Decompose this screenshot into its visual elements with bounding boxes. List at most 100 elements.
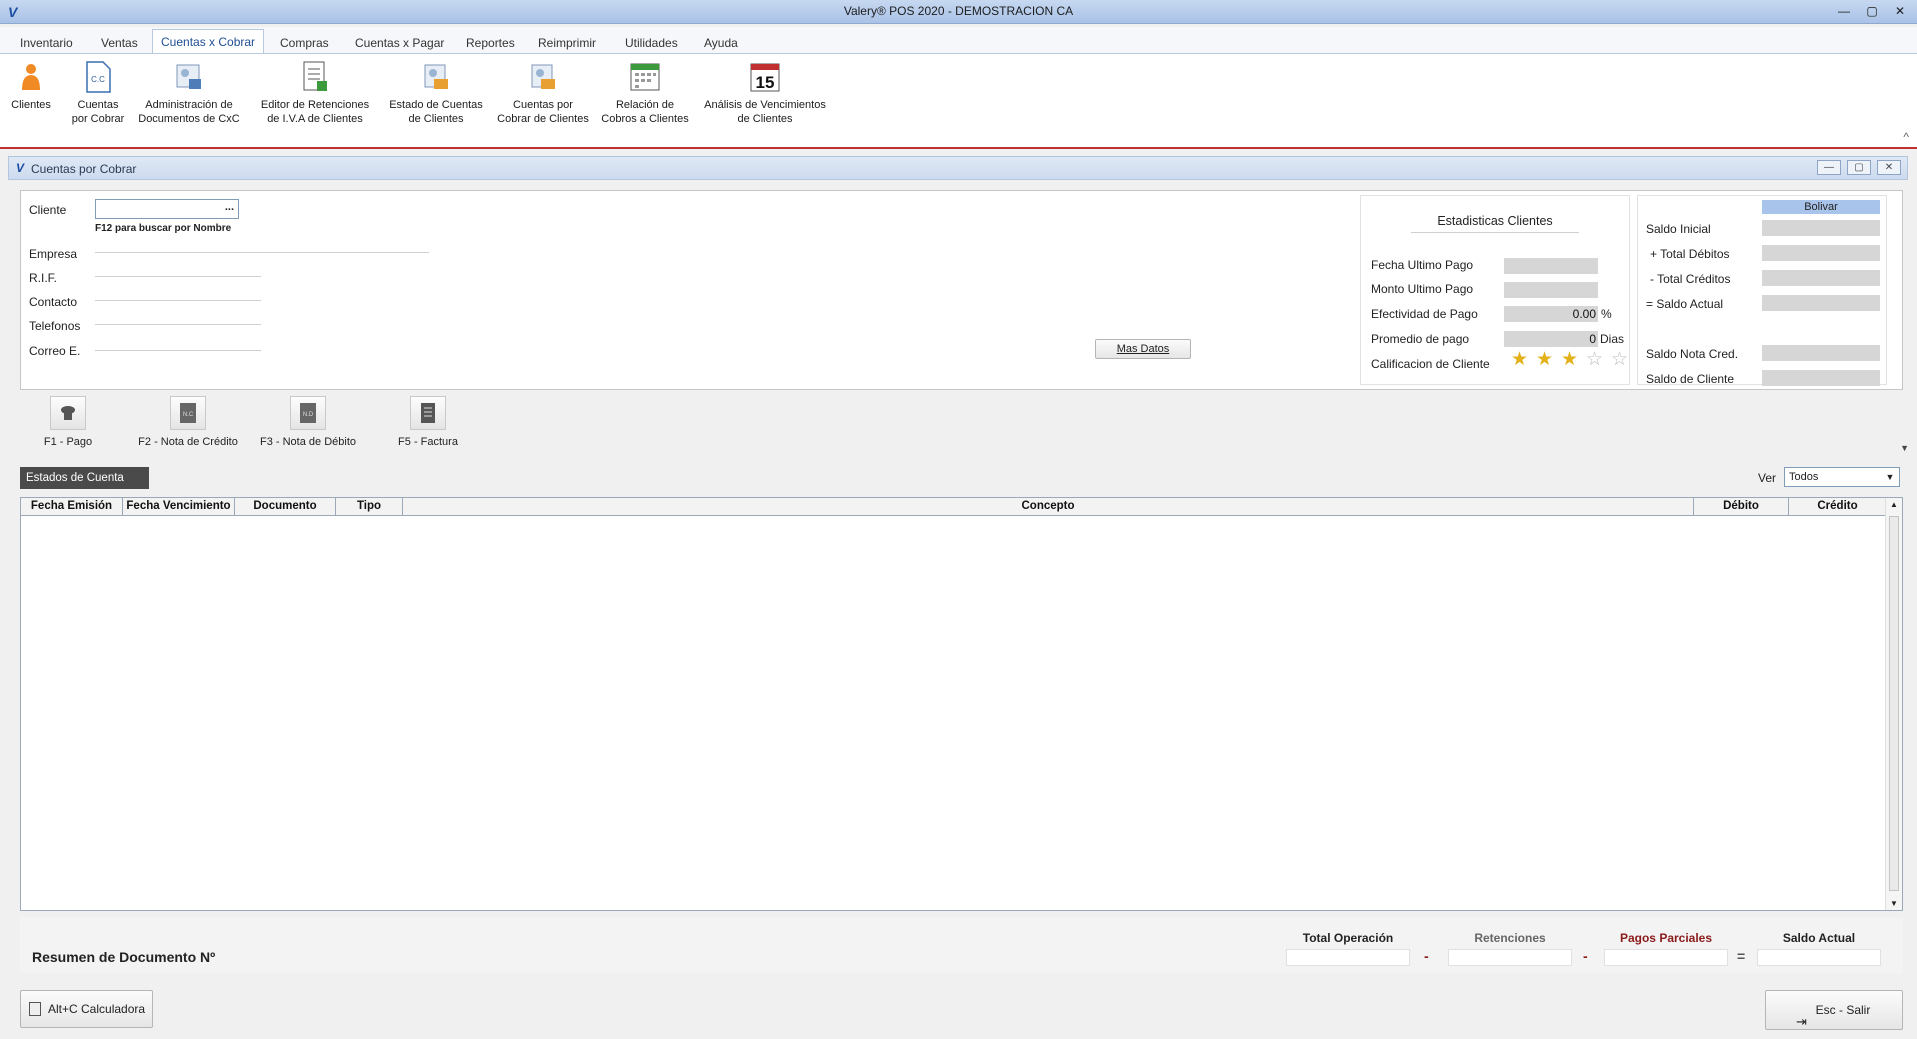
- exit-icon: ⇥: [1796, 1014, 1807, 1029]
- rif-field: [95, 259, 261, 277]
- star-empty-icon: ☆: [1586, 349, 1604, 370]
- ribbon-estado-cuentas-button[interactable]: Estado de Cuentas de Clientes: [384, 60, 488, 126]
- tab-reportes[interactable]: Reportes: [458, 31, 523, 53]
- correo-label: Correo E.: [29, 344, 81, 358]
- cliente-input[interactable]: ...: [95, 199, 239, 219]
- efectividad-unit: %: [1601, 307, 1612, 321]
- retenciones-label: Retenciones: [1474, 931, 1546, 945]
- ribbon-collapse-button[interactable]: ^: [1903, 130, 1909, 144]
- col-debito[interactable]: Débito: [1694, 498, 1789, 516]
- tab-utilidades[interactable]: Utilidades: [617, 31, 686, 53]
- col-documento[interactable]: Documento: [235, 498, 336, 516]
- tab-cuentas-x-cobrar[interactable]: Cuentas x Cobrar: [152, 29, 265, 55]
- minimize-button[interactable]: —: [1831, 2, 1857, 20]
- tab-ayuda[interactable]: Ayuda: [696, 31, 746, 53]
- monto-ultimo-pago-value: [1504, 282, 1598, 298]
- child-maximize-button[interactable]: ▢: [1847, 160, 1871, 175]
- ribbon-cuentas-cobrar-clientes-button[interactable]: Cuentas por Cobrar de Clientes: [494, 60, 592, 126]
- pagos-parciales-value: [1604, 949, 1728, 966]
- col-concepto[interactable]: Concepto: [403, 498, 1694, 516]
- account-state-icon: [419, 60, 453, 94]
- total-operacion-label: Total Operación: [1302, 931, 1394, 945]
- star-filled-icon: ★: [1561, 349, 1579, 370]
- tab-reimprimir[interactable]: Reimprimir: [530, 31, 604, 53]
- star-filled-icon: ★: [1536, 349, 1554, 370]
- ribbon: Clientes C.C Cuentas por Cobrar Administ…: [0, 53, 1917, 149]
- saldo-actual-value: [1762, 295, 1880, 311]
- search-hint: F12 para buscar por Nombre: [95, 223, 232, 234]
- monto-ultimo-pago-label: Monto Ultimo Pago: [1371, 282, 1474, 296]
- credit-note-icon: N.C: [170, 396, 206, 430]
- ribbon-analisis-vencimientos-button[interactable]: 15 Análisis de Vencimientos de Clientes: [700, 60, 830, 126]
- calculadora-button[interactable]: Alt+C Calculadora: [20, 990, 153, 1028]
- cxc-document-icon: C.C: [81, 60, 115, 94]
- restore-button[interactable]: ▢: [1859, 2, 1885, 20]
- saldo-actual-summary-label: Saldo Actual: [1782, 931, 1856, 945]
- equals-sign: =: [1737, 948, 1746, 964]
- tax-editor-icon: [298, 60, 332, 94]
- scroll-up-icon[interactable]: ▲: [1886, 500, 1902, 509]
- ver-select[interactable]: Todos ▼: [1784, 467, 1900, 487]
- ribbon-clientes-button[interactable]: Clientes: [8, 60, 54, 112]
- total-debitos-label: + Total Débitos: [1650, 247, 1730, 261]
- close-button[interactable]: ✕: [1887, 2, 1913, 20]
- correo-field: [95, 333, 261, 351]
- estados-de-cuenta-tab[interactable]: Estados de Cuenta: [20, 467, 149, 489]
- col-fecha-vencimiento[interactable]: Fecha Vencimiento: [123, 498, 235, 516]
- f2-nota-credito-button[interactable]: N.C F2 - Nota de Crédito: [130, 396, 246, 448]
- mas-datos-button[interactable]: Mas Datos: [1095, 339, 1191, 359]
- calendar-15-icon: 15: [748, 60, 782, 94]
- chevron-down-icon[interactable]: ▼: [1883, 468, 1897, 486]
- child-window-title-bar: V Cuentas por Cobrar — ▢ ✕: [8, 156, 1908, 180]
- calendar-icon: [628, 60, 662, 94]
- ver-label: Ver: [1758, 471, 1777, 485]
- salir-button[interactable]: ⇥ Esc - Salir: [1765, 990, 1903, 1030]
- col-credito[interactable]: Crédito: [1789, 498, 1887, 516]
- tab-cuentas-x-pagar[interactable]: Cuentas x Pagar: [347, 31, 452, 53]
- child-minimize-button[interactable]: —: [1817, 160, 1841, 175]
- empresa-field: [95, 235, 429, 253]
- ribbon-editor-retenciones-button[interactable]: Editor de Retenciones de I.V.A de Client…: [256, 60, 374, 126]
- balance-panel: Bolivar Saldo Inicial + Total Débitos - …: [1637, 195, 1887, 386]
- browse-client-button[interactable]: ...: [225, 201, 234, 213]
- fecha-ultimo-pago-label: Fecha Ultimo Pago: [1371, 258, 1474, 272]
- minus-sign: -: [1583, 948, 1588, 964]
- f1-pago-button[interactable]: F1 - Pago: [30, 396, 106, 448]
- f5-factura-button[interactable]: F5 - Factura: [390, 396, 466, 448]
- saldo-cliente-value: [1762, 370, 1880, 386]
- total-operacion-value: [1286, 949, 1410, 966]
- app-logo-icon: V: [16, 161, 25, 175]
- efectividad-label: Efectividad de Pago: [1371, 307, 1478, 321]
- svg-text:15: 15: [756, 73, 775, 92]
- tab-ventas[interactable]: Ventas: [93, 31, 146, 53]
- window-title: Valery® POS 2020 - DEMOSTRACION CA: [843, 4, 1074, 18]
- contacto-field: [95, 283, 261, 301]
- document-summary: Resumen de Documento Nº Total Operación …: [20, 917, 1903, 973]
- ribbon-administracion-documentos-button[interactable]: Administración de Documentos de CxC: [136, 60, 242, 126]
- tab-compras[interactable]: Compras: [272, 31, 337, 53]
- telefonos-field: [95, 307, 261, 325]
- table-scrollbar[interactable]: ▲ ▼: [1885, 498, 1902, 910]
- child-window-title: Cuentas por Cobrar: [31, 162, 137, 176]
- ribbon-cuentas-por-cobrar-button[interactable]: C.C Cuentas por Cobrar: [64, 60, 132, 126]
- col-tipo[interactable]: Tipo: [336, 498, 403, 516]
- svg-text:N.D: N.D: [303, 412, 314, 418]
- saldo-actual-summary-value: [1757, 949, 1881, 966]
- receivables-icon: [526, 60, 560, 94]
- cliente-label: Cliente: [29, 203, 67, 217]
- ribbon-relacion-cobros-button[interactable]: Relación de Cobros a Clientes: [598, 60, 692, 126]
- tab-inventario[interactable]: Inventario: [12, 31, 81, 53]
- stats-title: Estadisticas Clientes: [1437, 214, 1553, 228]
- rif-label: R.I.F.: [29, 271, 58, 285]
- empresa-label: Empresa: [29, 247, 78, 261]
- scroll-down-icon[interactable]: ▼: [1886, 899, 1902, 908]
- panel-scroll-arrow-icon[interactable]: ▼: [1900, 443, 1909, 453]
- invoice-icon: [410, 396, 446, 430]
- saldo-actual-label: = Saldo Actual: [1646, 297, 1724, 311]
- scroll-thumb[interactable]: [1889, 516, 1899, 891]
- f3-nota-debito-button[interactable]: N.D F3 - Nota de Débito: [252, 396, 364, 448]
- svg-text:N.C: N.C: [183, 412, 194, 418]
- col-fecha-emision[interactable]: Fecha Emisión: [21, 498, 123, 516]
- document-admin-icon: [172, 60, 206, 94]
- child-close-button[interactable]: ✕: [1877, 160, 1901, 175]
